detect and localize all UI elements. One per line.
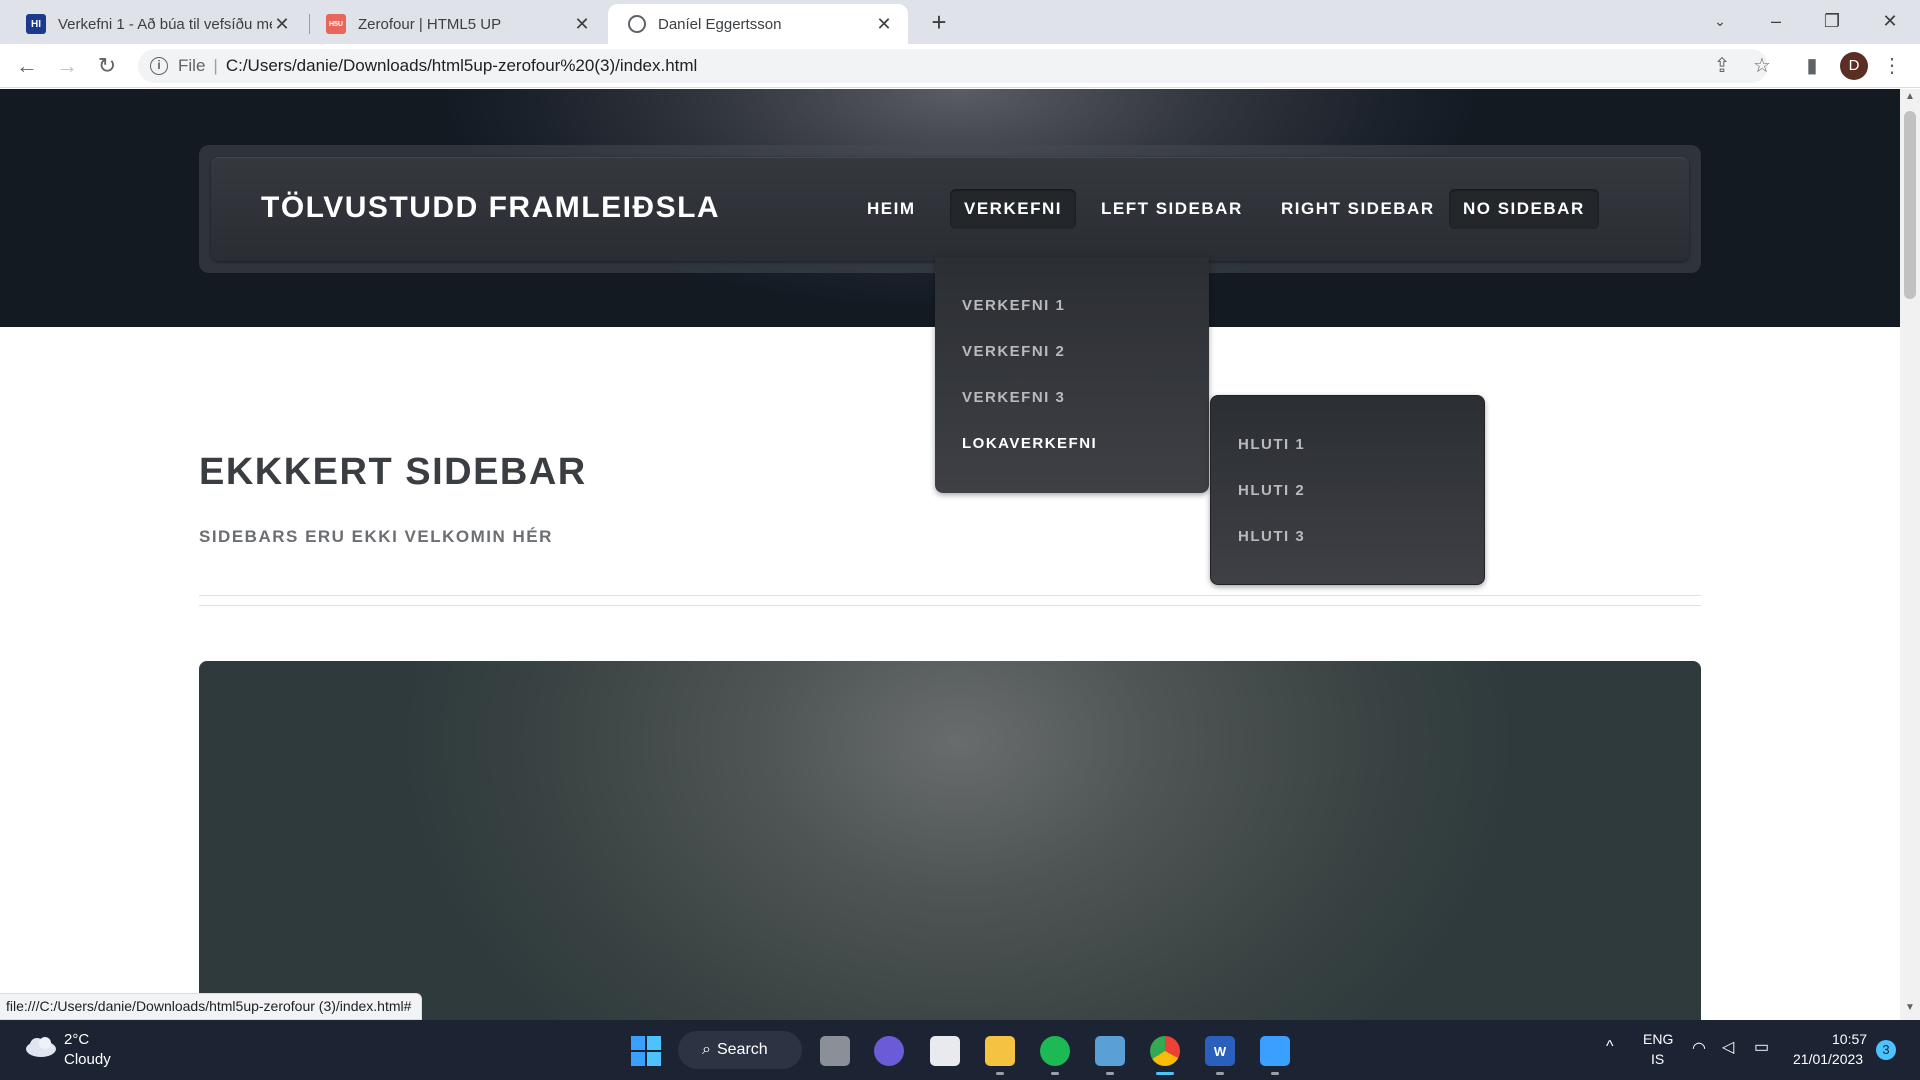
divider — [199, 605, 1701, 606]
clock-date[interactable]: 21/01/2023 — [1793, 1051, 1863, 1067]
submenu-item-hluti-2[interactable]: HLUTI 2 — [1238, 482, 1305, 499]
banner-image — [199, 661, 1701, 1020]
new-tab-button[interactable]: + — [924, 8, 954, 38]
reload-icon[interactable]: ↻ — [92, 52, 122, 82]
word-icon[interactable]: W — [1205, 1036, 1235, 1066]
dropdown-item-verkefni-2[interactable]: VERKEFNI 2 — [962, 343, 1065, 360]
windows-taskbar: 2°C Cloudy ⌕ Search W ^ ENG IS ◠ ◁ ▭ 10:… — [0, 1020, 1920, 1080]
taskbar-search[interactable]: ⌕ Search — [678, 1031, 802, 1069]
info-icon[interactable]: i — [150, 57, 168, 75]
tab-zerofour[interactable]: H5U Zerofour | HTML5 UP ✕ — [306, 4, 606, 44]
nav-wrapper: TÖLVUSTUDD FRAMLEIÐSLA HEIM VERKEFNI LEF… — [199, 145, 1701, 273]
dropdown-item-verkefni-3[interactable]: VERKEFNI 3 — [962, 389, 1065, 406]
wifi-icon[interactable]: ◠ — [1692, 1038, 1706, 1058]
close-icon[interactable]: ✕ — [874, 14, 894, 35]
tab-strip: HI Verkefni 1 - Að búa til vefsíðu me ✕ … — [0, 0, 1920, 44]
forward-arrow-icon[interactable]: → — [52, 52, 82, 82]
nav-left-sidebar[interactable]: LEFT SIDEBAR — [1087, 189, 1257, 229]
running-indicator — [1271, 1072, 1279, 1075]
lang-bottom[interactable]: IS — [1651, 1051, 1664, 1067]
nav-no-sidebar[interactable]: NO SIDEBAR — [1449, 189, 1599, 229]
back-arrow-icon[interactable]: ← — [12, 52, 42, 82]
lang-top[interactable]: ENG — [1643, 1031, 1673, 1047]
search-icon: ⌕ — [702, 1041, 711, 1058]
teams-chat-icon[interactable] — [874, 1036, 904, 1066]
dropdown-item-verkefni-1[interactable]: VERKEFNI 1 — [962, 297, 1065, 314]
close-icon[interactable]: ✕ — [572, 14, 592, 35]
tab-title: Zerofour | HTML5 UP — [358, 15, 502, 33]
clock-time[interactable]: 10:57 — [1832, 1031, 1867, 1047]
share-icon[interactable]: ⇪ — [1708, 52, 1736, 80]
tab-title: Verkefni 1 - Að búa til vefsíðu me — [58, 15, 272, 33]
url-text: C:/Users/danie/Downloads/html5up-zerofou… — [225, 56, 698, 75]
divider — [199, 595, 1701, 596]
nav-right-sidebar[interactable]: RIGHT SIDEBAR — [1267, 189, 1449, 229]
tab-favicon-h5u: H5U — [326, 14, 346, 34]
scroll-down-icon[interactable]: ▼ — [1900, 1002, 1920, 1018]
store-icon[interactable] — [930, 1036, 960, 1066]
scheme-label: File — [178, 56, 206, 75]
file-explorer-icon[interactable] — [985, 1036, 1015, 1066]
tab-verkefni[interactable]: HI Verkefni 1 - Að búa til vefsíðu me ✕ — [6, 4, 306, 44]
cloud-icon[interactable] — [24, 1034, 58, 1058]
site-logo[interactable]: TÖLVUSTUDD FRAMLEIÐSLA — [261, 191, 720, 225]
menu-kebab-icon[interactable]: ⋮ — [1878, 52, 1906, 80]
submenu-item-hluti-1[interactable]: HLUTI 1 — [1238, 436, 1305, 453]
scrollbar-thumb[interactable] — [1904, 111, 1916, 299]
chevron-up-icon[interactable]: ^ — [1606, 1038, 1614, 1056]
active-indicator — [1156, 1072, 1174, 1075]
site-navbar: TÖLVUSTUDD FRAMLEIÐSLA HEIM VERKEFNI LEF… — [211, 157, 1689, 261]
running-indicator — [996, 1072, 1004, 1075]
nav-verkefni[interactable]: VERKEFNI — [950, 189, 1076, 229]
volume-icon[interactable]: ◁ — [1722, 1037, 1734, 1057]
dropdown-item-lokaverkefni[interactable]: LOKAVERKEFNI — [962, 435, 1097, 452]
minimize-icon[interactable]: – — [1756, 6, 1796, 36]
running-indicator — [1106, 1072, 1114, 1075]
restore-icon[interactable]: ❐ — [1812, 6, 1852, 36]
weather-desc[interactable]: Cloudy — [64, 1051, 111, 1068]
browser-toolbar: ← → ↻ i File | C:/Users/danie/Downloads/… — [0, 44, 1920, 88]
tab-daniel[interactable]: Daníel Eggertsson ✕ — [608, 4, 908, 44]
verkefni-dropdown: VERKEFNI 1 VERKEFNI 2 VERKEFNI 3 LOKAVER… — [935, 257, 1209, 493]
close-icon[interactable]: ✕ — [272, 14, 292, 35]
running-indicator — [1051, 1072, 1059, 1075]
spotify-icon[interactable] — [1040, 1036, 1070, 1066]
avatar[interactable]: D — [1840, 52, 1868, 80]
address-bar[interactable]: i File | C:/Users/danie/Downloads/html5u… — [138, 49, 1768, 83]
submenu-item-hluti-3[interactable]: HLUTI 3 — [1238, 528, 1305, 545]
snipping-tool-icon[interactable] — [1260, 1036, 1290, 1066]
window-close-icon[interactable]: ✕ — [1870, 6, 1910, 36]
task-view-icon[interactable] — [820, 1036, 850, 1066]
notification-badge[interactable]: 3 — [1876, 1040, 1896, 1060]
page-subtitle: SIDEBARS ERU EKKI VELKOMIN HÉR — [199, 527, 553, 546]
divider: | — [213, 56, 218, 75]
side-panel-icon[interactable]: ▮ — [1798, 52, 1826, 80]
bookmark-star-icon[interactable]: ☆ — [1748, 52, 1776, 80]
page-scrollbar[interactable]: ▲ ▼ — [1900, 89, 1920, 1020]
tab-favicon-hi: HI — [26, 14, 46, 34]
page-title: EKKKERT SIDEBAR — [199, 451, 587, 493]
globe-icon — [628, 15, 646, 33]
tab-title: Daníel Eggertsson — [658, 15, 782, 33]
control-panel-icon[interactable] — [1095, 1036, 1125, 1066]
battery-icon[interactable]: ▭ — [1754, 1037, 1769, 1057]
weather-temp[interactable]: 2°C — [64, 1031, 89, 1048]
scroll-up-icon[interactable]: ▲ — [1900, 91, 1920, 107]
search-label: Search — [716, 1041, 768, 1058]
lokaverkefni-submenu: HLUTI 1 HLUTI 2 HLUTI 3 — [1210, 395, 1485, 585]
chrome-icon[interactable] — [1150, 1036, 1180, 1066]
tab-search-chevron-icon[interactable]: ⌄ — [1700, 6, 1740, 36]
status-url-bubble: file:///C:/Users/danie/Downloads/html5up… — [0, 993, 423, 1020]
running-indicator — [1216, 1072, 1224, 1075]
page-viewport: TÖLVUSTUDD FRAMLEIÐSLA HEIM VERKEFNI LEF… — [0, 89, 1900, 1020]
nav-heim[interactable]: HEIM — [853, 189, 930, 229]
windows-start-icon[interactable] — [631, 1036, 661, 1066]
